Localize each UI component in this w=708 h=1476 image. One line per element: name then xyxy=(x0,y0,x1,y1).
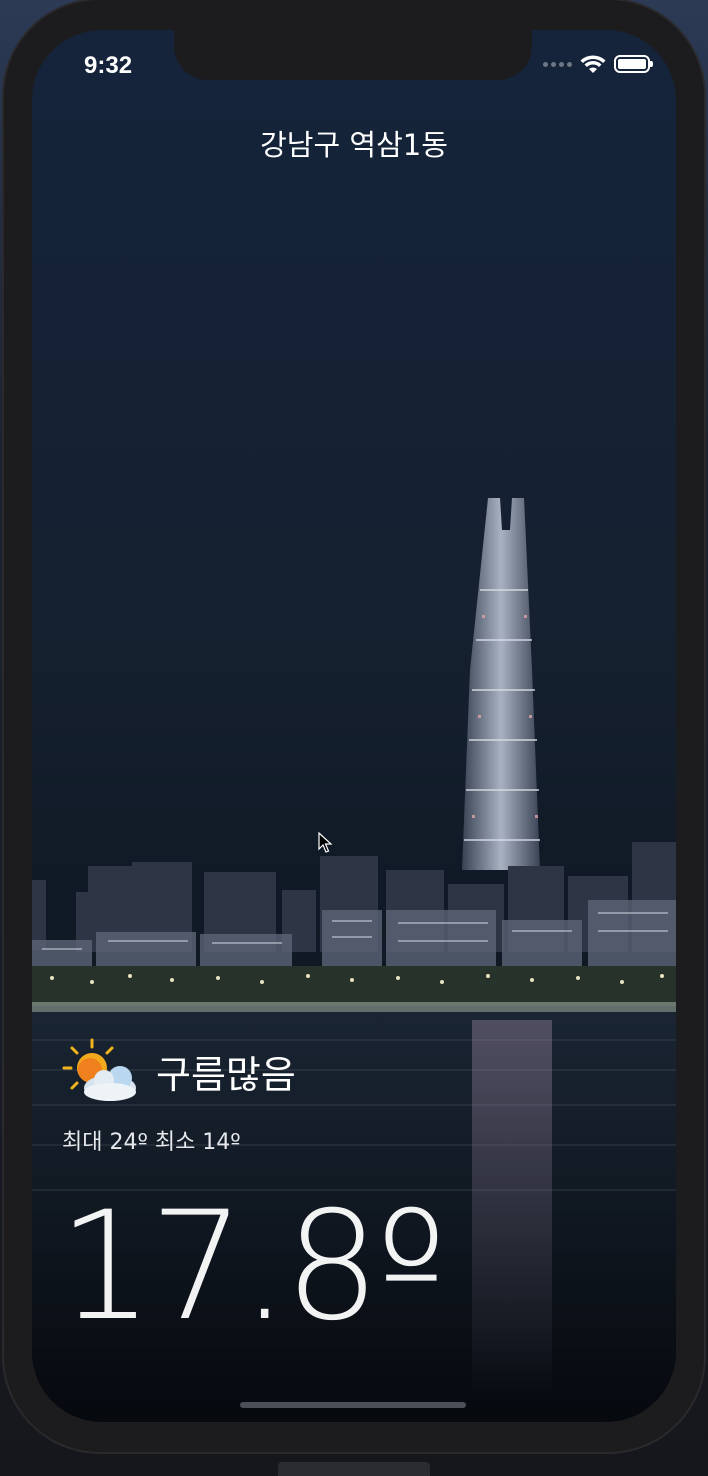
current-temperature: 17.8º xyxy=(58,1180,447,1354)
partly-cloudy-icon xyxy=(62,1038,136,1101)
battery-icon xyxy=(614,55,653,73)
location-title: 강남구 역삼1동 xyxy=(260,128,448,162)
bottom-tooltip-edge xyxy=(278,1462,430,1476)
wifi-icon xyxy=(580,55,606,73)
mouse-cursor-icon xyxy=(318,832,333,853)
status-icons xyxy=(543,54,653,74)
weather-condition: 구름많음 xyxy=(156,1052,296,1097)
min-max-temperature: 최대 24º 최소 14º xyxy=(62,1130,241,1155)
status-time: 9:32 xyxy=(84,52,133,79)
battery-level xyxy=(618,59,646,69)
notch xyxy=(174,30,532,80)
signal-dots-icon xyxy=(543,61,572,67)
home-indicator[interactable] xyxy=(240,1402,466,1408)
weather-condition-row: 구름많음 xyxy=(62,1036,296,1106)
